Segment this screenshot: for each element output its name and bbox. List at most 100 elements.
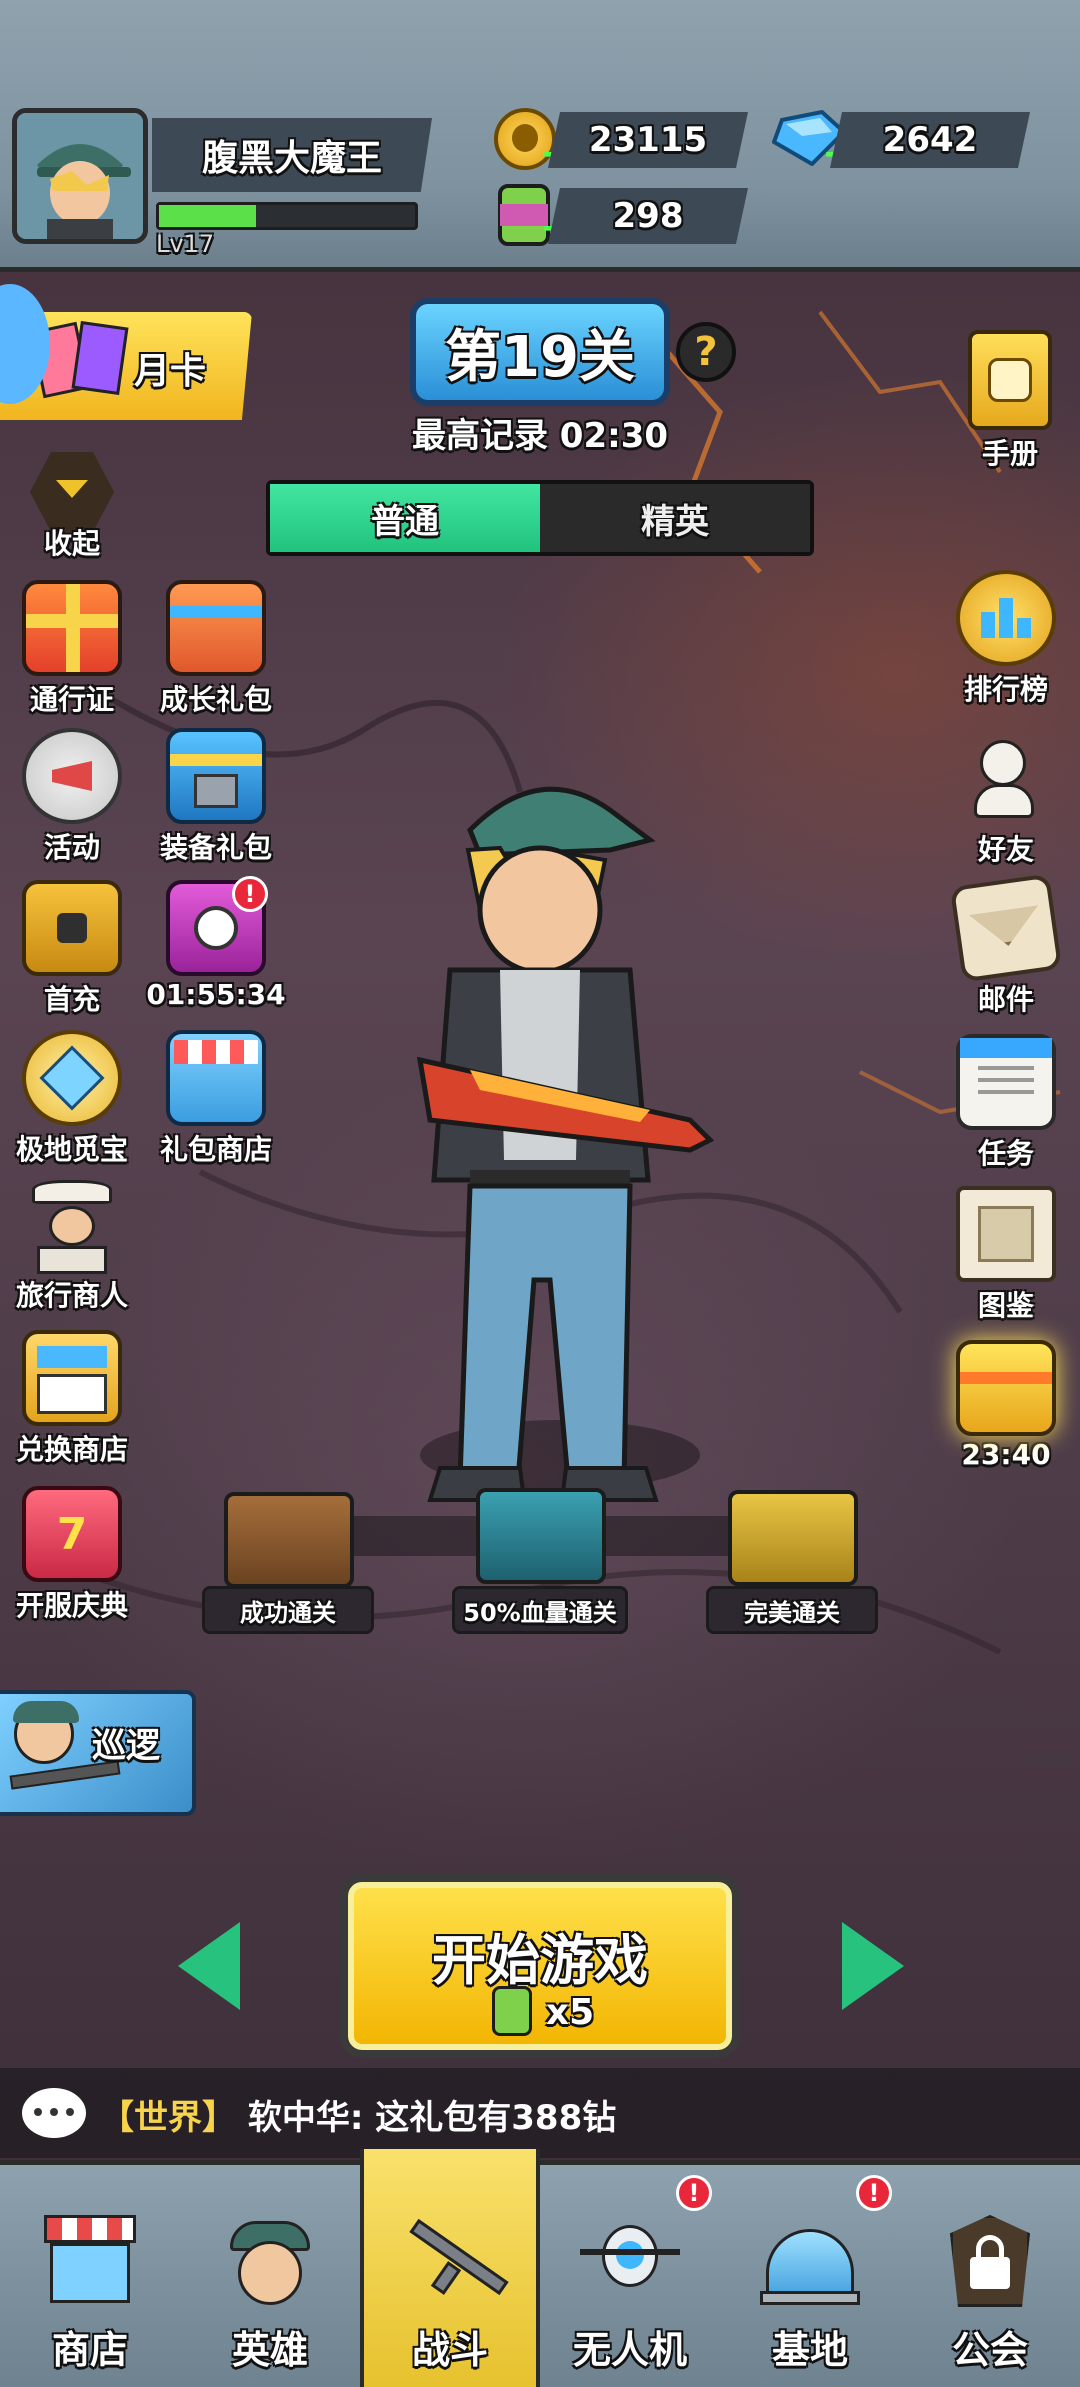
card-icon [71,320,129,396]
equipment-gift-label: 装备礼包 [159,831,272,864]
event-label: 活动 [43,831,100,864]
patrol-label: 巡逻 [92,1726,160,1766]
perfect-chest[interactable] [728,1490,858,1586]
xp-bar-fill [159,205,257,227]
timed-gift-icon: ! [166,876,268,976]
tasks-icon [956,1034,1056,1130]
stage-help-button[interactable]: ? [676,322,736,382]
tab-elite[interactable]: 精英 [540,484,810,552]
friends-button[interactable]: 好友 [936,730,1076,868]
treasure-chest-icon [22,880,122,976]
ice-crystal-icon [22,1030,122,1126]
chat-channel: 【世界】 [100,2098,236,2138]
nav-drone-label: 无人机 [572,2328,687,2372]
chevron-down-icon [56,480,88,498]
drone-icon [580,2205,680,2315]
hero-icon [220,2205,320,2315]
tab-normal[interactable]: 普通 [270,484,540,552]
traveling-merchant-label: 旅行商人 [15,1279,128,1312]
gift-shop-icon [166,1030,266,1126]
lock-icon [940,2205,1040,2315]
growth-gift-icon [166,580,266,676]
nav-shop[interactable]: 商店 [0,2165,180,2387]
player-name: 腹黑大魔王 [152,118,432,192]
pass-label: 通行证 [29,683,114,716]
timed-gift-timer: 01:55:34 [146,978,286,1011]
player-level: Lv17 [156,230,215,258]
nav-hero-label: 英雄 [231,2328,308,2372]
mail-button[interactable]: 邮件 [936,873,1076,1018]
pass-button[interactable]: 通行证 [2,580,142,718]
equipment-gift-icon [166,728,266,824]
codex-label: 图鉴 [977,1289,1034,1322]
friends-label: 好友 [977,833,1034,866]
mail-label: 邮件 [977,983,1034,1016]
base-dome-icon [760,2205,860,2315]
mail-icon [949,873,1063,983]
patrol-button[interactable]: 巡逻 [0,1690,196,1816]
equipment-gift-button[interactable]: 装备礼包 [146,728,286,866]
nav-hero[interactable]: 英雄 [180,2165,360,2387]
chat-bubble-icon[interactable] [22,2088,86,2138]
polar-treasure-label: 极地觅宝 [15,1133,128,1166]
hero-portrait-icon [13,1701,79,1764]
first-recharge-button[interactable]: 首充 [2,880,142,1018]
success-chest-label: 成功通关 [202,1586,374,1634]
success-chest[interactable] [224,1492,354,1588]
leaderboard-button[interactable]: 排行榜 [936,570,1076,708]
nav-shop-label: 商店 [51,2328,128,2372]
leaderboard-icon [956,570,1056,666]
perfect-chest-label: 完美通关 [706,1586,878,1634]
nav-base-label: 基地 [771,2328,848,2372]
rifle-icon [404,2205,509,2315]
tasks-label: 任务 [977,1137,1034,1170]
first-recharge-label: 首充 [43,983,100,1016]
start-game-button[interactable]: 开始游戏 x5 [340,1874,740,2058]
shop-icon [40,2205,140,2315]
timed-reward-button[interactable]: 23:40 [936,1340,1076,1471]
player-avatar[interactable] [12,108,148,244]
handbook-button[interactable]: 手册 [940,330,1080,472]
nav-battle[interactable]: 战斗 [360,2149,540,2387]
megaphone-icon [22,728,122,824]
timed-reward-icon [956,1340,1056,1436]
nav-drone[interactable]: ! 无人机 [540,2165,720,2387]
exchange-shop-button[interactable]: 兑换商店 [2,1330,142,1468]
energy-amount: 298 [548,188,748,244]
exchange-shop-icon [22,1330,122,1426]
codex-icon [956,1186,1056,1282]
nav-base[interactable]: ! 基地 [720,2165,900,2387]
gift-shop-button[interactable]: 礼包商店 [146,1030,286,1168]
xp-bar [156,202,418,230]
growth-gift-button[interactable]: 成长礼包 [146,580,286,718]
stage-select-button[interactable]: 第19关 [410,298,670,406]
event-button[interactable]: 活动 [2,728,142,866]
tasks-button[interactable]: 任务 [936,1034,1076,1172]
nav-battle-label: 战斗 [411,2328,488,2372]
bottom-navigation: 商店 英雄 战斗 ! 无人机 ! 基地 公会 [0,2149,1080,2387]
half-hp-chest[interactable] [476,1488,606,1584]
notification-badge: ! [232,876,268,912]
merchant-icon [22,1176,122,1274]
hero-character[interactable] [390,760,730,1520]
monthly-card-label: 月卡 [134,351,207,392]
previous-stage-arrow-icon[interactable] [178,1922,240,2010]
timed-gift-button[interactable]: ! 01:55:34 [146,876,286,1011]
gift-shop-label: 礼包商店 [159,1133,272,1166]
next-stage-arrow-icon[interactable] [842,1922,904,2010]
traveling-merchant-button[interactable]: 旅行商人 [2,1176,142,1314]
nav-guild[interactable]: 公会 [900,2165,1080,2387]
growth-gift-label: 成长礼包 [159,683,272,716]
gem-amount: 2642 [830,112,1030,168]
handbook-label: 手册 [981,437,1038,470]
leaderboard-label: 排行榜 [963,673,1048,706]
difficulty-tabs: 普通 精英 [266,480,814,556]
codex-button[interactable]: 图鉴 [936,1186,1076,1324]
start-cost: x5 [545,1992,595,2033]
start-game-label: 开始游戏 [432,1929,648,1992]
gift-box-icon [22,580,122,676]
best-record: 最高记录 02:30 [411,416,669,456]
polar-treasure-button[interactable]: 极地觅宝 [2,1030,142,1168]
anniversary-button[interactable]: 7 开服庆典 [2,1486,142,1624]
half-hp-chest-label: 50%血量通关 [452,1586,628,1634]
